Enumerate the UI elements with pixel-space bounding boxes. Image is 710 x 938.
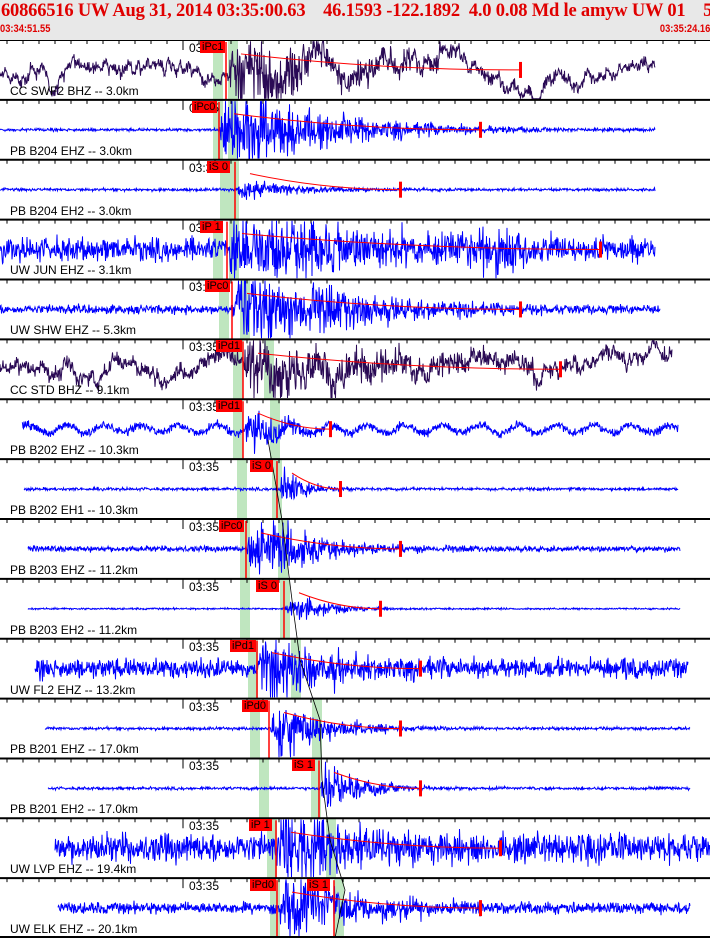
phase-pick-label[interactable]: iP 1 (249, 819, 272, 832)
start-time: 03:34:51.55 (0, 23, 51, 35)
station-label: CC SWF2 BHZ -- 3.0km (10, 83, 139, 98)
station-label: CC STD BHZ -- 9.1km (10, 383, 130, 398)
station-label: UW FL2 EHZ -- 13.2km (10, 682, 136, 697)
phase-pick-label[interactable]: iS 0 (256, 579, 279, 592)
trace-time-label: 03:35 (189, 759, 220, 774)
station-label: PB B203 EHZ -- 11.2km (10, 562, 138, 577)
phase-pick-label[interactable]: iS 0 (207, 160, 230, 173)
station-label: PB B203 EH2 -- 11.2km (10, 622, 138, 637)
phase-pick-label[interactable]: iPd1 (216, 400, 243, 413)
station-label: PB B202 EHZ -- 10.3km (10, 443, 139, 458)
trace-time-label: 03:35 (189, 699, 220, 714)
trace-time-label: 03:35 (189, 519, 220, 534)
phase-pick-label[interactable]: iPc0 (192, 100, 218, 113)
event-title: 60866516 UW Aug 31, 2014 03:35:00.63 46.… (1, 1, 710, 21)
phase-pick-label[interactable]: iPd1 (230, 639, 257, 652)
phase-pick-label[interactable]: iPd0 (242, 699, 269, 712)
phase-pick-label[interactable]: iPc0 (205, 280, 231, 293)
phase-pick-label[interactable]: iPd0 (250, 879, 277, 892)
phase-pick-label[interactable]: iPc0 (219, 519, 245, 532)
phase-pick-label[interactable]: iP 1 (200, 220, 223, 233)
end-time: 03:35:24.16 (659, 23, 710, 35)
station-label: PB B204 EH2 -- 3.0km (10, 203, 132, 218)
trace-time-label: 03:35 (189, 340, 220, 355)
station-label: PB B202 EH1 -- 10.3km (10, 502, 139, 517)
station-label: PB B201 EHZ -- 17.0km (10, 742, 139, 757)
trace-time-label: 03:35 (189, 579, 220, 594)
phase-pick-label[interactable]: iS 1 (307, 879, 330, 892)
trace-time-label: 03:35 (189, 460, 220, 475)
trace-time-label: 03:35 (189, 400, 220, 415)
phase-pick-label[interactable]: iPd1 (216, 340, 243, 353)
phase-pick-label[interactable]: iPc1 (200, 41, 226, 53)
trace-time-label: 03:35 (189, 879, 220, 894)
phase-pick-label[interactable]: iS 1 (292, 759, 315, 772)
event-header: 60866516 UW Aug 31, 2014 03:35:00.63 46.… (0, 0, 710, 40)
station-label: UW SHW EHZ -- 5.3km (10, 323, 136, 338)
station-label: UW LVP EHZ -- 19.4km (10, 862, 137, 877)
phase-pick-label[interactable]: iS 0 (250, 460, 273, 473)
station-label: UW JUN EHZ -- 3.1km (10, 263, 132, 278)
trace-time-label: 03:35 (189, 639, 220, 654)
station-label: PB B204 EHZ -- 3.0km (10, 143, 133, 158)
station-label: UW ELK EHZ -- 20.1km (10, 922, 138, 937)
station-label: PB B201 EH2 -- 17.0km (10, 802, 139, 817)
trace-time-label: 03:35 (189, 819, 220, 834)
